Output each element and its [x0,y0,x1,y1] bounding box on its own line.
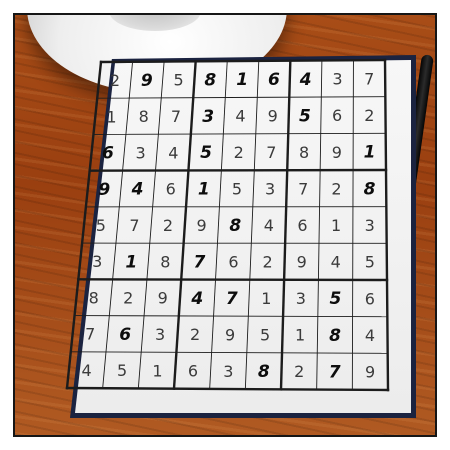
sudoku-cell-digit: 7 [171,107,181,126]
sudoku-cell-digit: 7 [129,216,139,235]
sudoku-cell-digit: 9 [365,363,375,382]
grid-line-horizontal [70,351,389,354]
sudoku-cell-digit: 1 [331,216,341,235]
sudoku-cell-digit: 1 [295,326,305,345]
sudoku-cell-digit: 5 [200,143,212,163]
sudoku-cell-digit: 3 [265,180,275,199]
sudoku-cell-digit: 8 [364,179,376,199]
grid-line-horizontal [74,315,388,318]
sudoku-cell-digit: 1 [261,289,271,308]
sudoku-cell-digit: 4 [299,70,312,90]
sudoku-cell-digit: 9 [98,180,110,200]
sudoku-cell-digit: 7 [364,69,374,88]
sudoku-cell-digit: 8 [139,107,149,126]
sudoku-cell-digit: 6 [332,106,342,125]
sudoku-cell-digit: 1 [236,70,248,90]
sudoku-cell-digit: 3 [223,362,233,381]
sudoku-cell-digit: 4 [82,361,92,380]
sudoku-cell-digit: 8 [258,362,270,382]
sudoku-cell-digit: 9 [268,107,278,126]
grid-line-vertical [383,58,390,392]
sudoku-cell-digit: 2 [263,252,273,271]
sudoku-cell-digit: 2 [294,362,304,381]
sudoku-cell-digit: 7 [226,289,238,309]
grid-line-horizontal [99,58,387,64]
sudoku-cell-digit: 2 [331,179,341,198]
sudoku-cell-digit: 8 [204,70,216,90]
sudoku-grid: 2 9 5 8 1 6 4 3 71 8 7 3 4 9 5 6 26 3 4 5 2 7 8 9 19 4 6 1 5 3 7 2 85 7 2 9… [65,58,390,392]
sudoku-cell-digit: 8 [329,326,341,346]
sudoku-cell-digit: 5 [232,180,242,199]
sudoku-cell-digit: 8 [299,143,309,162]
sudoku-cell-digit: 9 [158,289,168,308]
sudoku-cell-digit: 1 [364,143,376,163]
grid-line-vertical [244,60,260,390]
sudoku-cell-digit: 4 [264,216,274,235]
sudoku-cell-digit: 6 [228,252,238,271]
sudoku-cell-digit: 1 [106,107,116,126]
sudoku-cell-digit: 4 [190,289,203,309]
sudoku-cell-digit: 2 [190,325,200,344]
sudoku-cell-digit: 4 [168,143,178,162]
sudoku-cell-digit: 3 [365,216,375,235]
sudoku-cell-digit: 3 [296,289,306,308]
sudoku-cell-digit: 4 [331,253,341,272]
sudoku-cell-digit: 5 [96,216,106,235]
sudoku-cell-digit: 5 [299,106,311,126]
sudoku-cell-digit: 5 [117,361,127,380]
sudoku-cell-digit: 2 [364,106,374,125]
sudoku-cell-digit: 2 [110,71,120,90]
grid-line-vertical [316,59,323,391]
sudoku-cell-digit: 9 [197,216,207,235]
sudoku-cell-digit: 6 [268,70,280,90]
sudoku-cell-digit: 1 [198,180,210,200]
grid-line-vertical [351,59,354,391]
grid-line-horizontal [88,168,388,172]
grid-line-horizontal [96,96,386,99]
sudoku-cell-digit: 9 [332,143,342,162]
sudoku-cell-digit: 6 [297,216,307,235]
sudoku-cell-digit: 8 [229,216,241,236]
grid-line-vertical [279,59,292,391]
sudoku-cell-digit: 6 [119,325,131,345]
sudoku-cell-digit: 2 [163,216,173,235]
sudoku-cell-digit: 5 [329,289,341,309]
sudoku-cell-digit: 6 [365,289,375,308]
sudoku-cell-digit: 9 [225,325,235,344]
sudoku-cell-digit: 7 [266,143,276,162]
grid-line-horizontal [92,132,387,135]
sudoku-cell-digit: 4 [365,326,375,345]
sudoku-cell-digit: 6 [102,144,114,164]
sudoku-cell-digit: 5 [173,71,183,90]
sudoku-cell-digit: 1 [152,361,162,380]
sudoku-cell-digit: 7 [298,179,308,198]
sudoku-cell-digit: 4 [235,107,245,126]
sudoku-cell-digit: 1 [125,252,137,272]
sudoku-cell-digit: 5 [260,325,270,344]
sudoku-cell-digit: 3 [202,107,214,127]
sudoku-cell-digit: 3 [155,325,165,344]
sudoku-cell-digit: 4 [131,180,144,200]
sudoku-cell-digit: 7 [194,252,206,272]
sudoku-cell-digit: 2 [234,143,244,162]
sudoku-cell-digit: 3 [92,252,102,271]
sudoku-cell-digit: 8 [89,288,99,307]
grid-line-horizontal [65,386,390,392]
sudoku-cell-digit: 9 [141,71,153,91]
sudoku-cell-digit: 3 [136,143,146,162]
sudoku-cell-digit: 7 [85,325,95,344]
sudoku-cell-digit: 2 [123,289,133,308]
sudoku-cell-digit: 6 [188,362,198,381]
sudoku-cell-digit: 6 [166,180,176,199]
sudoku-cell-digit: 7 [329,362,341,382]
sudoku-cell-digit: 5 [365,253,375,272]
grid-line-horizontal [77,278,389,282]
sudoku-cell-digit: 3 [332,70,342,89]
sudoku-cell-digit: 8 [160,252,170,271]
sudoku-cell-digit: 9 [297,253,307,272]
